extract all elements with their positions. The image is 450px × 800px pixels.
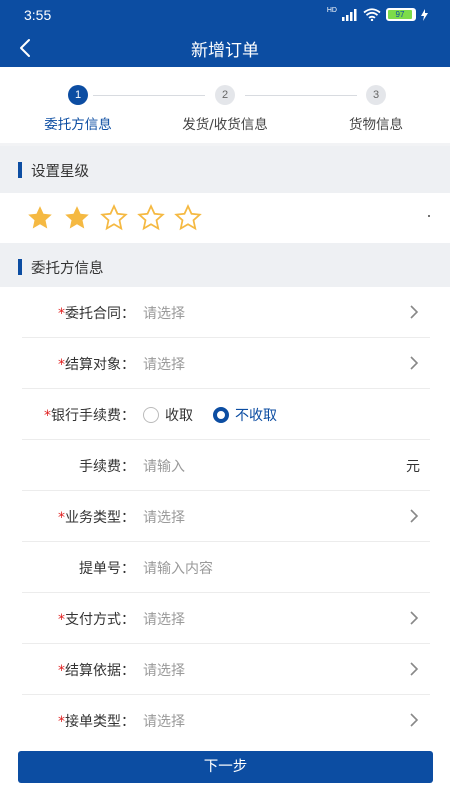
order-type-row[interactable]: *接单类型： 请选择 [22,695,430,746]
chevron-right-icon[interactable] [408,506,420,526]
star-rating [0,193,450,245]
network-type-label: HD [326,7,337,14]
section-title: 委托方信息 [31,261,104,277]
nav-bar: 新增订单 [0,30,450,67]
page-title: 新增订单 [191,41,259,61]
step-number: 3 [366,85,386,105]
section-title: 设置星级 [31,164,89,180]
star-empty-icon[interactable] [173,203,203,233]
section-accent-bar [18,259,22,275]
status-time: 3:55 [24,7,52,23]
payment-method-select[interactable]: 请选择 [143,609,185,629]
step-client-info[interactable]: 1 委托方信息 [18,85,138,133]
step-goods-info[interactable]: 3 货物信息 [316,85,436,133]
step-label: 货物信息 [349,117,403,133]
contract-select[interactable]: 请选择 [143,303,185,323]
battery-level: 97 [388,10,412,19]
status-icons: HD 97 [326,7,428,21]
step-label: 发货/收货信息 [182,117,268,133]
fee-row: 手续费： 请输入 元 [22,440,430,491]
step-number: 2 [215,85,235,105]
contract-label: *委托合同： [58,306,135,322]
order-type-label: *接单类型： [58,714,135,730]
star-empty-icon[interactable] [136,203,166,233]
payment-method-row[interactable]: *支付方式： 请选择 [22,593,430,644]
business-type-row[interactable]: *业务类型： 请选择 [22,491,430,542]
bottom-action-area: 下一步 [0,745,450,800]
bank-fee-radio-group: 收取 不收取 [143,405,277,425]
chevron-right-icon[interactable] [408,710,420,730]
radio-checked-icon[interactable] [213,407,229,423]
contract-row[interactable]: *委托合同： 请选择 [22,287,430,338]
radio-label: 收取 [165,408,193,424]
settlement-basis-label: *结算依据： [58,663,135,679]
radio-no-charge[interactable]: 不收取 [213,405,277,425]
step-shipping-info[interactable]: 2 发货/收货信息 [165,85,285,133]
step-number: 1 [68,85,88,105]
payment-method-label: *支付方式： [58,612,135,628]
star-empty-icon[interactable] [99,203,129,233]
business-type-select[interactable]: 请选择 [143,507,185,527]
order-type-select[interactable]: 请选择 [143,711,185,731]
charging-icon [421,8,428,21]
rating-section-header: 设置星级 [0,146,450,193]
client-info-form: *委托合同： 请选择 *结算对象： 请选择 *银行手续费： 收取 不收取 手续费… [0,287,450,757]
decorative-dot [428,215,430,217]
signal-icon [342,8,357,21]
radio-unchecked-icon[interactable] [143,407,159,423]
radio-charge[interactable]: 收取 [143,405,193,425]
radio-label: 不收取 [235,408,277,424]
star-filled-icon[interactable] [25,203,55,233]
wifi-icon [363,8,381,21]
bill-no-input[interactable]: 请输入内容 [143,558,213,578]
bank-fee-row: *银行手续费： 收取 不收取 [22,389,430,440]
order-stepper: 1 委托方信息 2 发货/收货信息 3 货物信息 [0,67,450,143]
chevron-right-icon[interactable] [408,659,420,679]
chevron-right-icon[interactable] [408,302,420,322]
status-bar: 3:55 HD 97 [0,0,450,30]
next-step-button[interactable]: 下一步 [18,751,433,783]
section-accent-bar [18,162,22,178]
fee-unit: 元 [406,459,420,475]
bill-no-row: 提单号： 请输入内容 [22,542,430,593]
settlement-target-select[interactable]: 请选择 [143,354,185,374]
settlement-basis-row[interactable]: *结算依据： 请选择 [22,644,430,695]
step-label: 委托方信息 [44,117,112,133]
star-filled-icon[interactable] [62,203,92,233]
settlement-target-label: *结算对象： [58,357,135,373]
settlement-basis-select[interactable]: 请选择 [143,660,185,680]
chevron-right-icon[interactable] [408,608,420,628]
bank-fee-label: *银行手续费： [44,408,135,424]
client-section-header: 委托方信息 [0,243,450,290]
business-type-label: *业务类型： [58,510,135,526]
fee-input[interactable]: 请输入 [143,456,185,476]
chevron-right-icon[interactable] [408,353,420,373]
fee-label: 手续费： [79,459,135,475]
battery-icon: 97 [386,8,416,21]
settlement-target-row[interactable]: *结算对象： 请选择 [22,338,430,389]
bill-no-label: 提单号： [79,561,135,577]
